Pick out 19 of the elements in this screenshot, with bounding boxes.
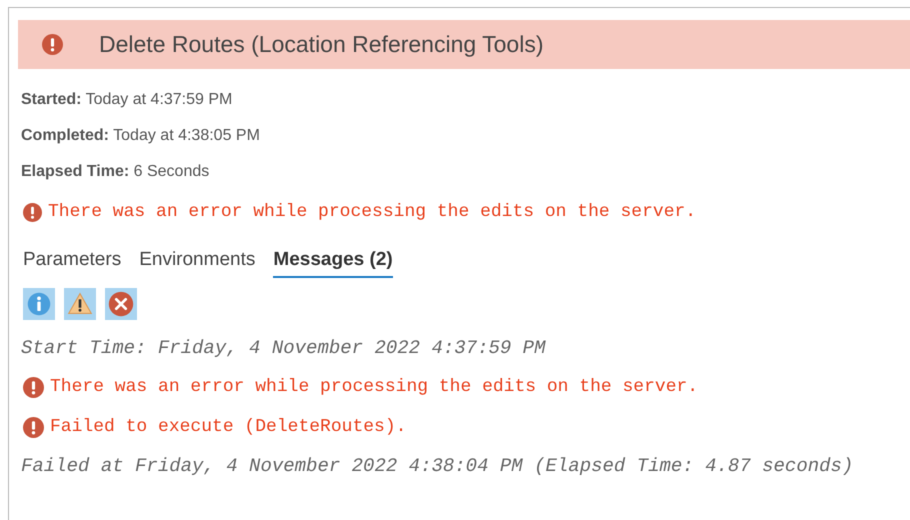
info-message: Failed at Friday, 4 November 2022 4:38:04 PM (Elapsed Time: 4.87 seconds): [21, 454, 854, 480]
info-filter-button[interactable]: [23, 288, 55, 320]
error-message: Failed to execute (DeleteRoutes).: [50, 416, 406, 439]
tab[interactable]: Parameters: [23, 246, 122, 278]
tool-title: Delete Routes (Location Referencing Tools): [99, 30, 544, 60]
tab[interactable]: Environments: [139, 246, 256, 278]
tab[interactable]: Messages (2): [273, 246, 393, 278]
error-icon: [23, 203, 42, 222]
error-icon: [23, 417, 44, 438]
error-icon: [23, 377, 44, 398]
error-icon: [42, 34, 63, 55]
error-message: There was an error while processing the edits on the server.: [50, 376, 698, 399]
info-message: Start Time: Friday, 4 November 2022 4:37:59 PM: [21, 336, 546, 362]
detail-line: Started: Today at 4:37:59 PM: [21, 90, 234, 110]
warning-filter-button[interactable]: [64, 288, 96, 320]
error-message: There was an error while processing the edits on the server.: [48, 201, 696, 224]
detail-line: Elapsed Time: 6 Seconds: [21, 162, 210, 182]
detail-line: Completed: Today at 4:38:05 PM: [21, 126, 261, 146]
error-filter-button[interactable]: [105, 288, 137, 320]
